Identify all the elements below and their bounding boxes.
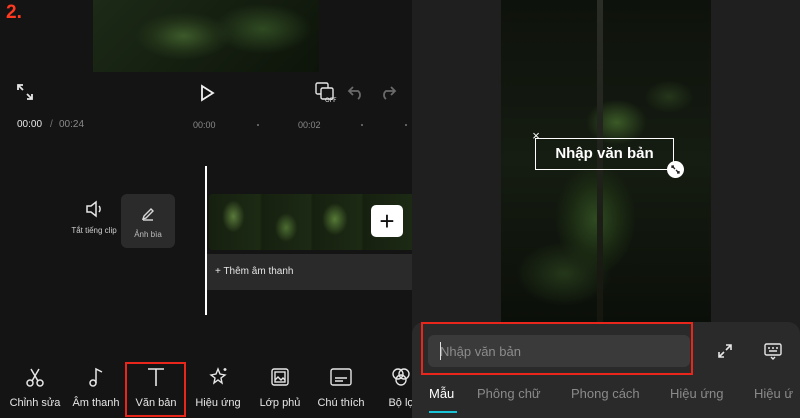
video-editor-panel: 2. OFF 00:00 / 00:24 00:00 00:02 Tắt tiế… <box>0 0 412 418</box>
tool-label: Hiệu ứng <box>195 397 241 409</box>
tab-style[interactable]: Phong cách <box>571 386 640 401</box>
filters-icon <box>392 368 410 386</box>
tool-label: Âm thanh <box>72 397 120 409</box>
pencil-icon <box>141 208 154 221</box>
undo-icon[interactable] <box>346 83 366 101</box>
keyboard-confirm-icon[interactable] <box>762 341 784 361</box>
captions-icon <box>330 368 352 386</box>
tab-effects[interactable]: Hiệu ứng <box>670 386 724 401</box>
step-label: 2. <box>6 2 22 23</box>
active-tab-indicator <box>429 411 457 413</box>
tool-label: Chỉnh sửa <box>9 397 61 409</box>
rotate-scale-handle-icon[interactable] <box>667 161 684 178</box>
tab-font[interactable]: Phông chữ <box>477 386 541 401</box>
sparkle-star-icon <box>209 367 227 385</box>
text-input-highlight <box>421 322 693 375</box>
mute-clip-button[interactable]: Tắt tiếng clip <box>68 200 120 235</box>
speaker-icon <box>86 200 101 218</box>
cover-button[interactable]: Ảnh bìa <box>121 194 175 248</box>
total-time: 00:24 <box>59 119 85 130</box>
playhead[interactable] <box>205 166 207 315</box>
text-overlay-box[interactable]: Nhập văn bản <box>535 138 674 170</box>
svg-text:OFF: OFF <box>325 97 337 104</box>
fullscreen-icon[interactable] <box>15 82 35 102</box>
tool-effects[interactable]: Hiệu ứng <box>188 366 248 409</box>
time-separator: / <box>50 119 53 130</box>
scissors-icon <box>26 368 44 387</box>
current-time: 00:00 <box>17 119 43 130</box>
tool-edit[interactable]: Chỉnh sửa <box>5 366 65 409</box>
redo-icon[interactable] <box>378 83 398 101</box>
ruler-dot <box>361 124 363 126</box>
tool-label: Lớp phủ <box>259 397 301 409</box>
text-tool-highlight <box>125 362 186 417</box>
tool-label: Bộ lọ <box>388 397 412 409</box>
ruler-tick: 00:02 <box>298 120 321 130</box>
text-overlay-content: Nhập văn bản <box>555 145 654 162</box>
text-editor-panel: Nhập văn bản × Mẫu Phông chữ Phong cách … <box>412 0 800 418</box>
expand-icon[interactable] <box>715 341 735 361</box>
music-note-icon <box>89 367 103 387</box>
tool-audio[interactable]: Âm thanh <box>66 366 126 409</box>
text-style-tabs: Mẫu Phông chữ Phong cách Hiệu ứng Hiệu ứ <box>412 382 800 418</box>
keyframe-off-icon[interactable]: OFF <box>313 80 339 104</box>
video-preview[interactable] <box>93 0 319 72</box>
ruler-dot <box>257 124 259 126</box>
play-icon[interactable] <box>196 82 218 104</box>
close-icon[interactable]: × <box>529 129 543 143</box>
tab-animation[interactable]: Hiệu ứ <box>754 386 793 401</box>
add-clip-button[interactable]: + <box>371 205 403 237</box>
mute-clip-label: Tắt tiếng clip <box>71 226 117 235</box>
cover-label: Ảnh bìa <box>134 230 162 239</box>
overlay-icon <box>271 368 289 386</box>
ruler-tick: 00:00 <box>193 120 216 130</box>
tool-label: Chú thích <box>317 397 365 409</box>
bottom-toolbar: Chỉnh sửa Âm thanh Văn bản Hiệu ứng Lớp … <box>0 366 412 418</box>
ruler-dot <box>405 124 407 126</box>
tool-filters[interactable]: Bộ lọ <box>371 366 412 409</box>
add-audio-button[interactable]: + Thêm âm thanh <box>207 254 412 290</box>
tab-templates[interactable]: Mẫu <box>429 386 454 401</box>
tool-overlay[interactable]: Lớp phủ <box>250 366 310 409</box>
tool-captions[interactable]: Chú thích <box>311 366 371 409</box>
